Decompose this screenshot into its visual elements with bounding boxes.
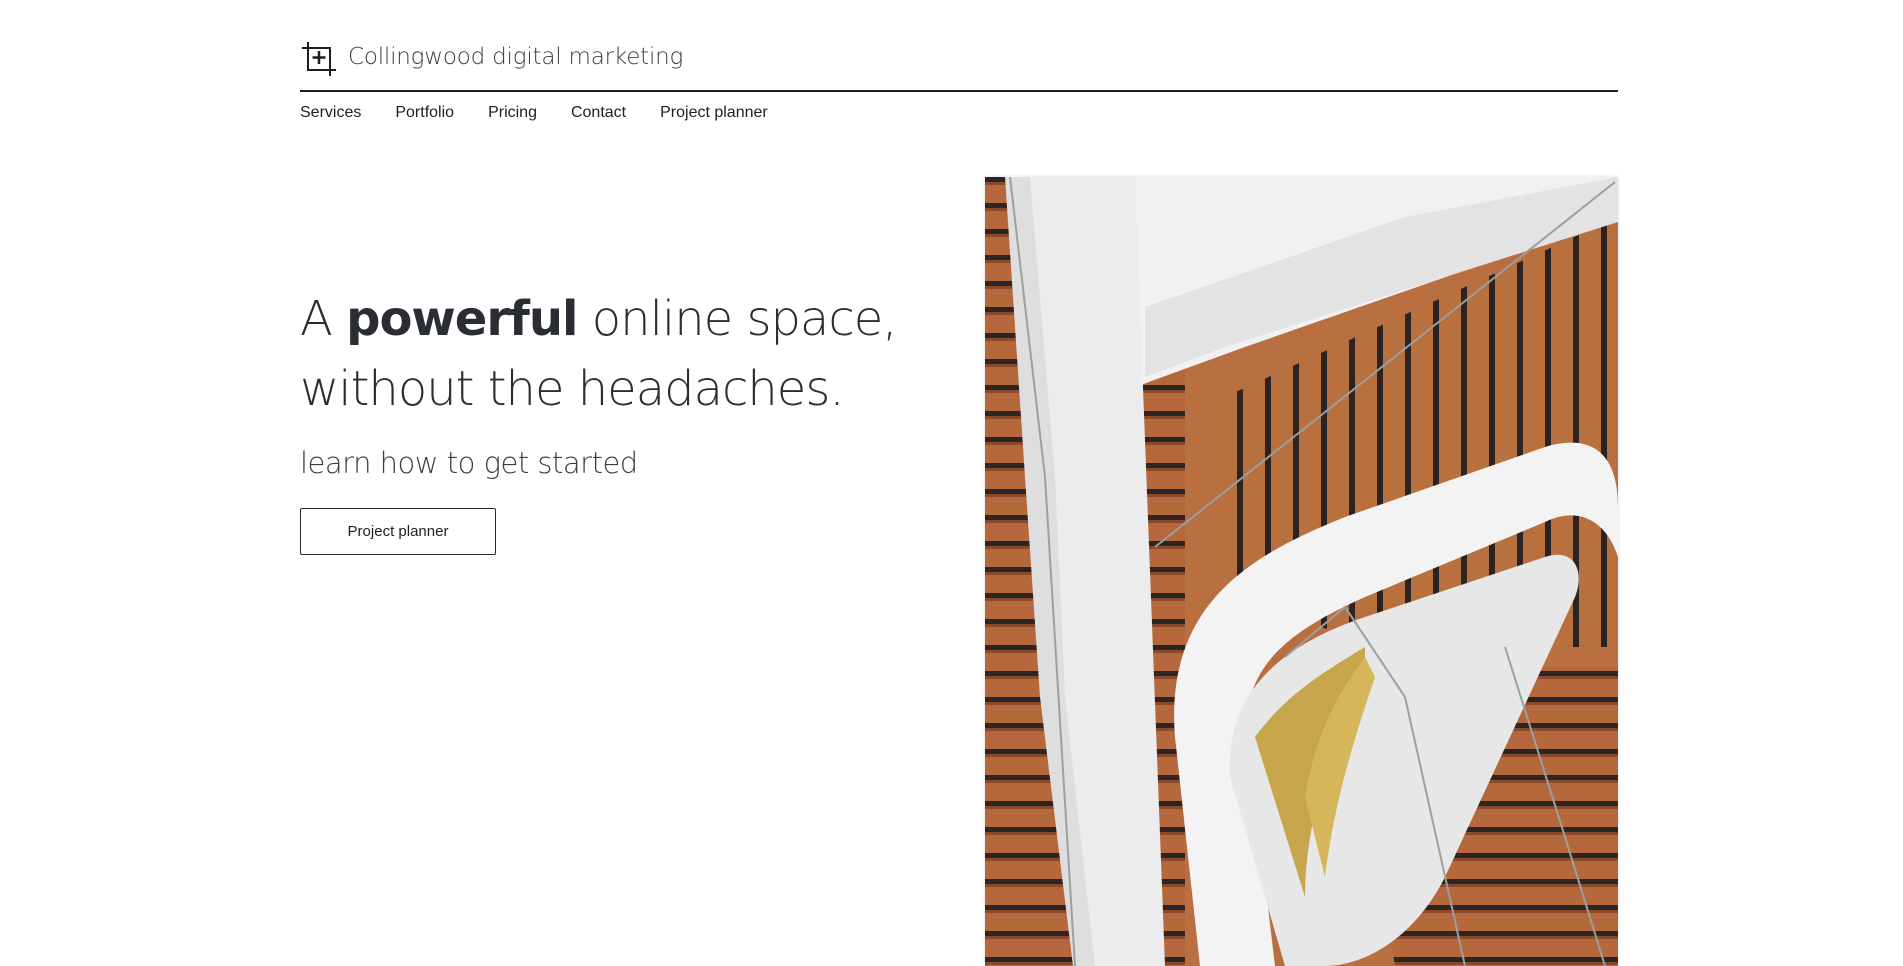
hero-subheading: learn how to get started <box>300 446 638 480</box>
nav-item-pricing[interactable]: Pricing <box>488 104 537 122</box>
hero-section: A powerful online space, without the hea… <box>300 284 940 555</box>
site-header: Collingwood digital marketing <box>300 36 1618 92</box>
nav-item-contact[interactable]: Contact <box>571 104 626 122</box>
main-nav: Services Portfolio Pricing Contact Proje… <box>300 104 768 122</box>
crop-add-icon[interactable] <box>300 40 338 78</box>
project-planner-button[interactable]: Project planner <box>300 508 496 555</box>
nav-item-portfolio[interactable]: Portfolio <box>395 104 454 122</box>
nav-item-services[interactable]: Services <box>300 104 361 122</box>
headline-start: A <box>300 291 347 347</box>
nav-item-project-planner[interactable]: Project planner <box>660 104 768 122</box>
brand-name[interactable]: Collingwood digital marketing <box>348 44 683 70</box>
hero-headline: A powerful online space, without the hea… <box>300 284 940 424</box>
headline-bold: powerful <box>346 291 578 347</box>
staircase-photo <box>985 177 1618 966</box>
